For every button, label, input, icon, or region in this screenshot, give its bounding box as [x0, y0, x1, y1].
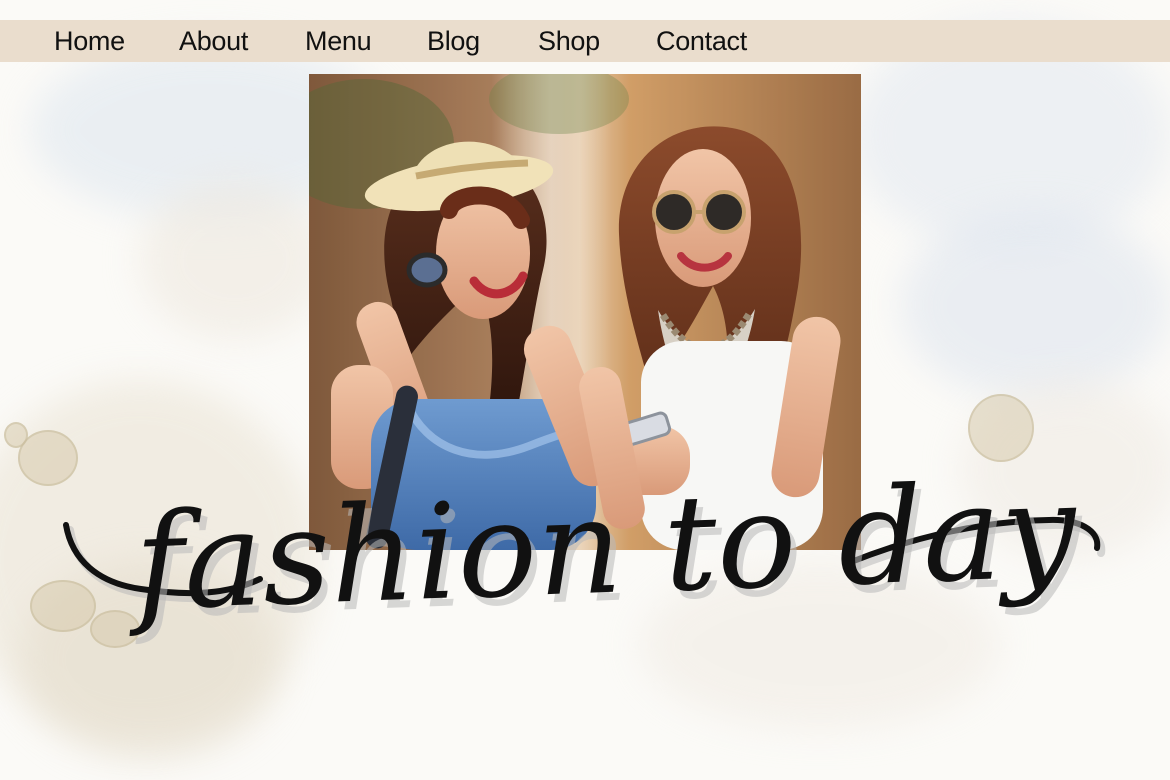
nav-menu-link[interactable]: Menu	[305, 20, 372, 62]
watercolor-drop	[30, 580, 96, 632]
watercolor-blot	[140, 180, 330, 340]
watercolor-drop	[968, 394, 1034, 462]
watercolor-drop	[90, 610, 140, 648]
nav-contact-link[interactable]: Contact	[656, 20, 747, 62]
nav-blog-link[interactable]: Blog	[427, 20, 480, 62]
nav-home-link[interactable]: Home	[54, 20, 125, 62]
watercolor-drop	[4, 422, 28, 448]
nav-shop-link[interactable]: Shop	[538, 20, 600, 62]
top-navigation: Home About Menu Blog Shop Contact	[0, 20, 1170, 62]
watercolor-blot	[900, 210, 1170, 400]
hero-photo	[309, 74, 861, 550]
watercolor-blot	[640, 560, 1000, 730]
fashion-photo-image	[309, 74, 861, 550]
nav-about-link[interactable]: About	[179, 20, 248, 62]
